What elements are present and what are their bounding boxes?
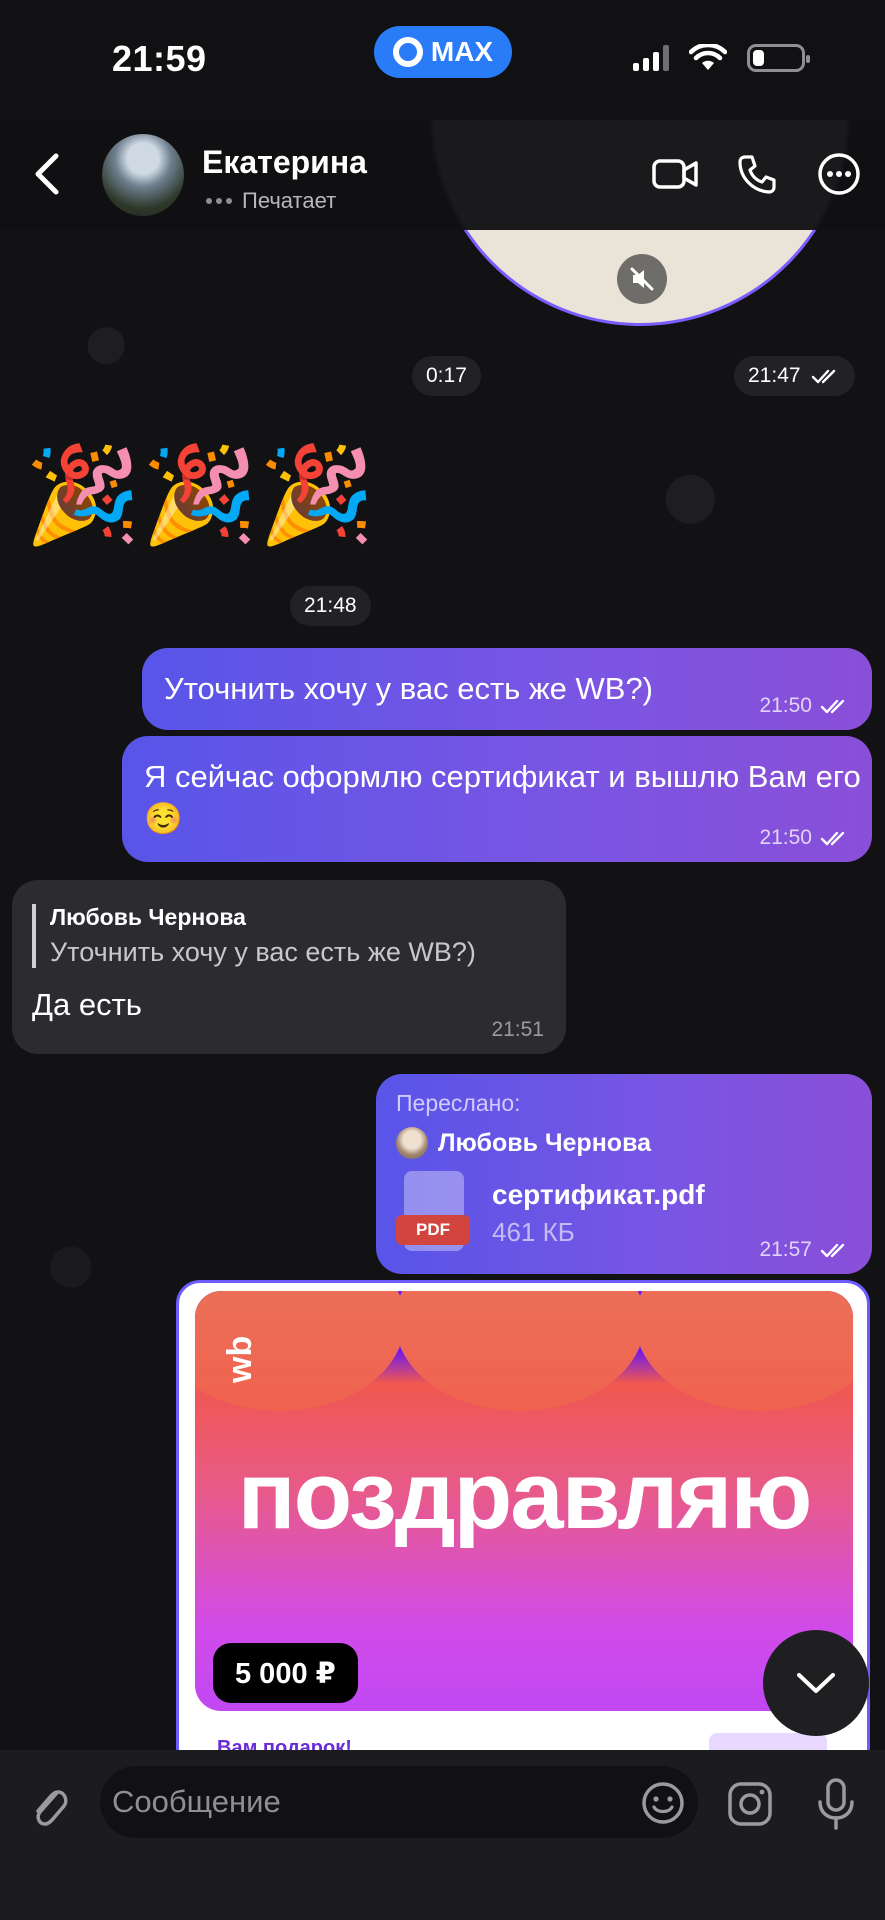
chat-header: Екатерина Печатает <box>0 120 885 230</box>
message-meta: 21:50 <box>759 826 850 850</box>
forwarded-author[interactable]: Любовь Чернова <box>396 1127 852 1159</box>
battery-icon <box>747 44 810 72</box>
message-meta: 21:50 <box>759 694 850 718</box>
message-text: Уточнить хочу у вас есть же WB?) <box>164 671 654 706</box>
more-dots-icon <box>818 153 860 195</box>
quote-text: Уточнить хочу у вас есть же WB?) <box>50 937 476 967</box>
certificate-amount: 5 000 ₽ <box>213 1643 358 1703</box>
message-time: 21:51 <box>491 1018 544 1041</box>
message-input-placeholder: Сообщение <box>112 1784 281 1819</box>
message-time: 21:57 <box>759 1238 812 1261</box>
paperclip-icon[interactable] <box>26 1780 74 1836</box>
contact-avatar[interactable] <box>102 134 184 216</box>
scroll-to-bottom-button[interactable] <box>763 1630 869 1736</box>
typing-dots-icon <box>206 198 232 204</box>
header-actions <box>651 150 863 198</box>
video-time-chip: 21:47 <box>734 356 855 396</box>
read-receipt-icon <box>820 831 845 846</box>
emoji-message[interactable]: 🎉🎉🎉 <box>24 448 375 542</box>
typing-status-text: Печатает <box>242 188 337 213</box>
chevron-down-icon <box>797 1673 835 1693</box>
max-label: MAX <box>430 36 494 67</box>
file-name: сертификат.pdf <box>492 1178 705 1210</box>
message-meta: 21:57 <box>759 1238 850 1262</box>
video-duration: 0:17 <box>426 364 467 387</box>
status-bar: 21:59 MAX <box>0 0 885 120</box>
file-size: 461 КБ <box>492 1216 575 1247</box>
video-time: 21:47 <box>748 364 801 387</box>
wifi-icon <box>689 44 727 70</box>
typing-status: Печатает <box>206 188 336 214</box>
phone-icon <box>738 155 776 194</box>
speaker-muted-icon <box>630 267 654 291</box>
message-meta: 21:51 <box>491 1018 544 1042</box>
emoji-time: 21:48 <box>304 594 357 617</box>
quote-author: Любовь Чернова <box>50 904 246 930</box>
microphone-icon[interactable] <box>812 1776 860 1832</box>
message-composer: Сообщение <box>0 1750 885 1920</box>
gift-certificate-card: wb поздравляю 5 000 ₽ <box>195 1291 853 1711</box>
emoji-smile-icon[interactable] <box>640 1780 686 1826</box>
certificate-title: поздравляю <box>237 1442 813 1549</box>
battery-level <box>753 50 765 66</box>
read-receipt-icon <box>820 699 845 714</box>
video-duration-chip: 0:17 <box>412 356 481 396</box>
author-avatar <box>396 1127 428 1159</box>
back-chevron-icon[interactable] <box>26 148 70 200</box>
system-icons <box>633 44 810 72</box>
forwarded-label: Переслано: <box>396 1090 521 1116</box>
file-type-badge: PDF <box>396 1215 470 1245</box>
read-receipt-icon <box>811 369 835 384</box>
emoji-time-chip: 21:48 <box>290 586 371 626</box>
card-shape <box>635 1291 853 1411</box>
message-time: 21:50 <box>759 826 812 849</box>
camera-icon[interactable] <box>726 1780 774 1828</box>
card-shape <box>395 1291 645 1411</box>
outgoing-message[interactable]: Уточнить хочу у вас есть же WB?) 21:50 <box>142 648 872 730</box>
video-call-button[interactable] <box>651 150 699 198</box>
reply-quote[interactable]: Любовь Чернова Уточнить хочу у вас есть … <box>32 904 546 968</box>
cellular-signal-icon <box>633 45 669 71</box>
voice-call-button[interactable] <box>733 150 781 198</box>
max-logo-icon <box>392 37 423 67</box>
more-options-button[interactable] <box>815 150 863 198</box>
message-time: 21:50 <box>759 694 812 717</box>
muted-badge[interactable] <box>617 254 667 304</box>
contact-name[interactable]: Екатерина <box>202 144 367 181</box>
message-text: Я сейчас оформлю сертификат и вышлю Вам … <box>144 759 861 836</box>
forwarded-author-name: Любовь Чернова <box>438 1128 652 1157</box>
wb-logo: wb <box>221 1335 259 1383</box>
message-text: Да есть <box>32 987 142 1022</box>
outgoing-message[interactable]: Я сейчас оформлю сертификат и вышлю Вам … <box>122 736 872 862</box>
video-camera-icon <box>652 159 698 189</box>
status-time: 21:59 <box>112 38 207 79</box>
max-app-pill[interactable]: MAX <box>374 26 512 78</box>
read-receipt-icon <box>820 1243 845 1258</box>
forwarded-file-message[interactable]: Переслано: Любовь Чернова PDF сертификат… <box>376 1074 872 1274</box>
pdf-file-icon: PDF <box>396 1171 470 1255</box>
incoming-message[interactable]: Любовь Чернова Уточнить хочу у вас есть … <box>12 880 566 1054</box>
